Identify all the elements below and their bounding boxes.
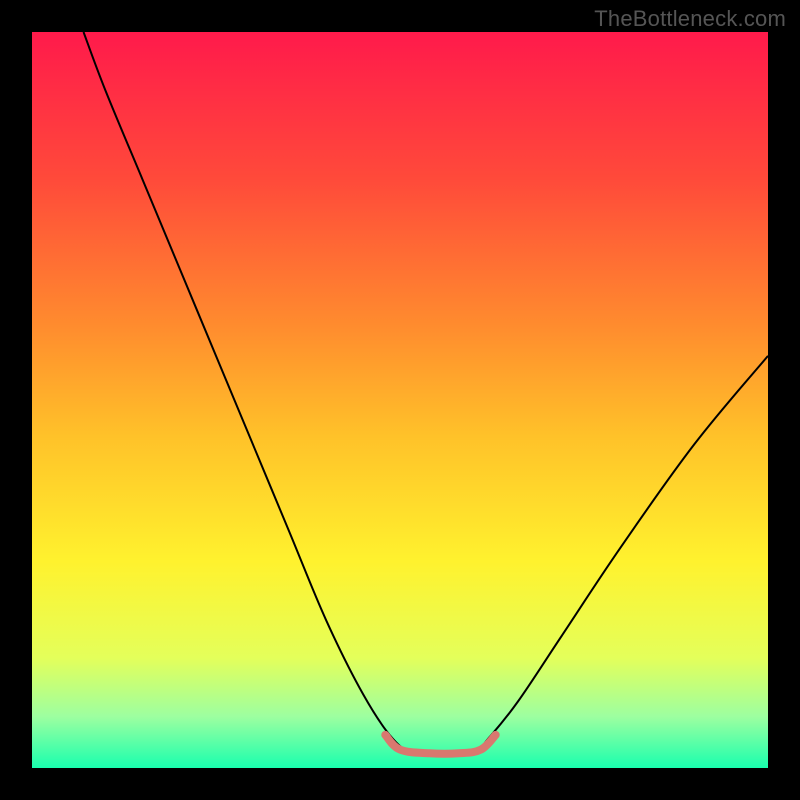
chart-frame: TheBottleneck.com [0, 0, 800, 800]
chart-background [32, 32, 768, 768]
bottleneck-chart [32, 32, 768, 768]
watermark-text: TheBottleneck.com [594, 6, 786, 32]
plot-area [32, 32, 768, 768]
